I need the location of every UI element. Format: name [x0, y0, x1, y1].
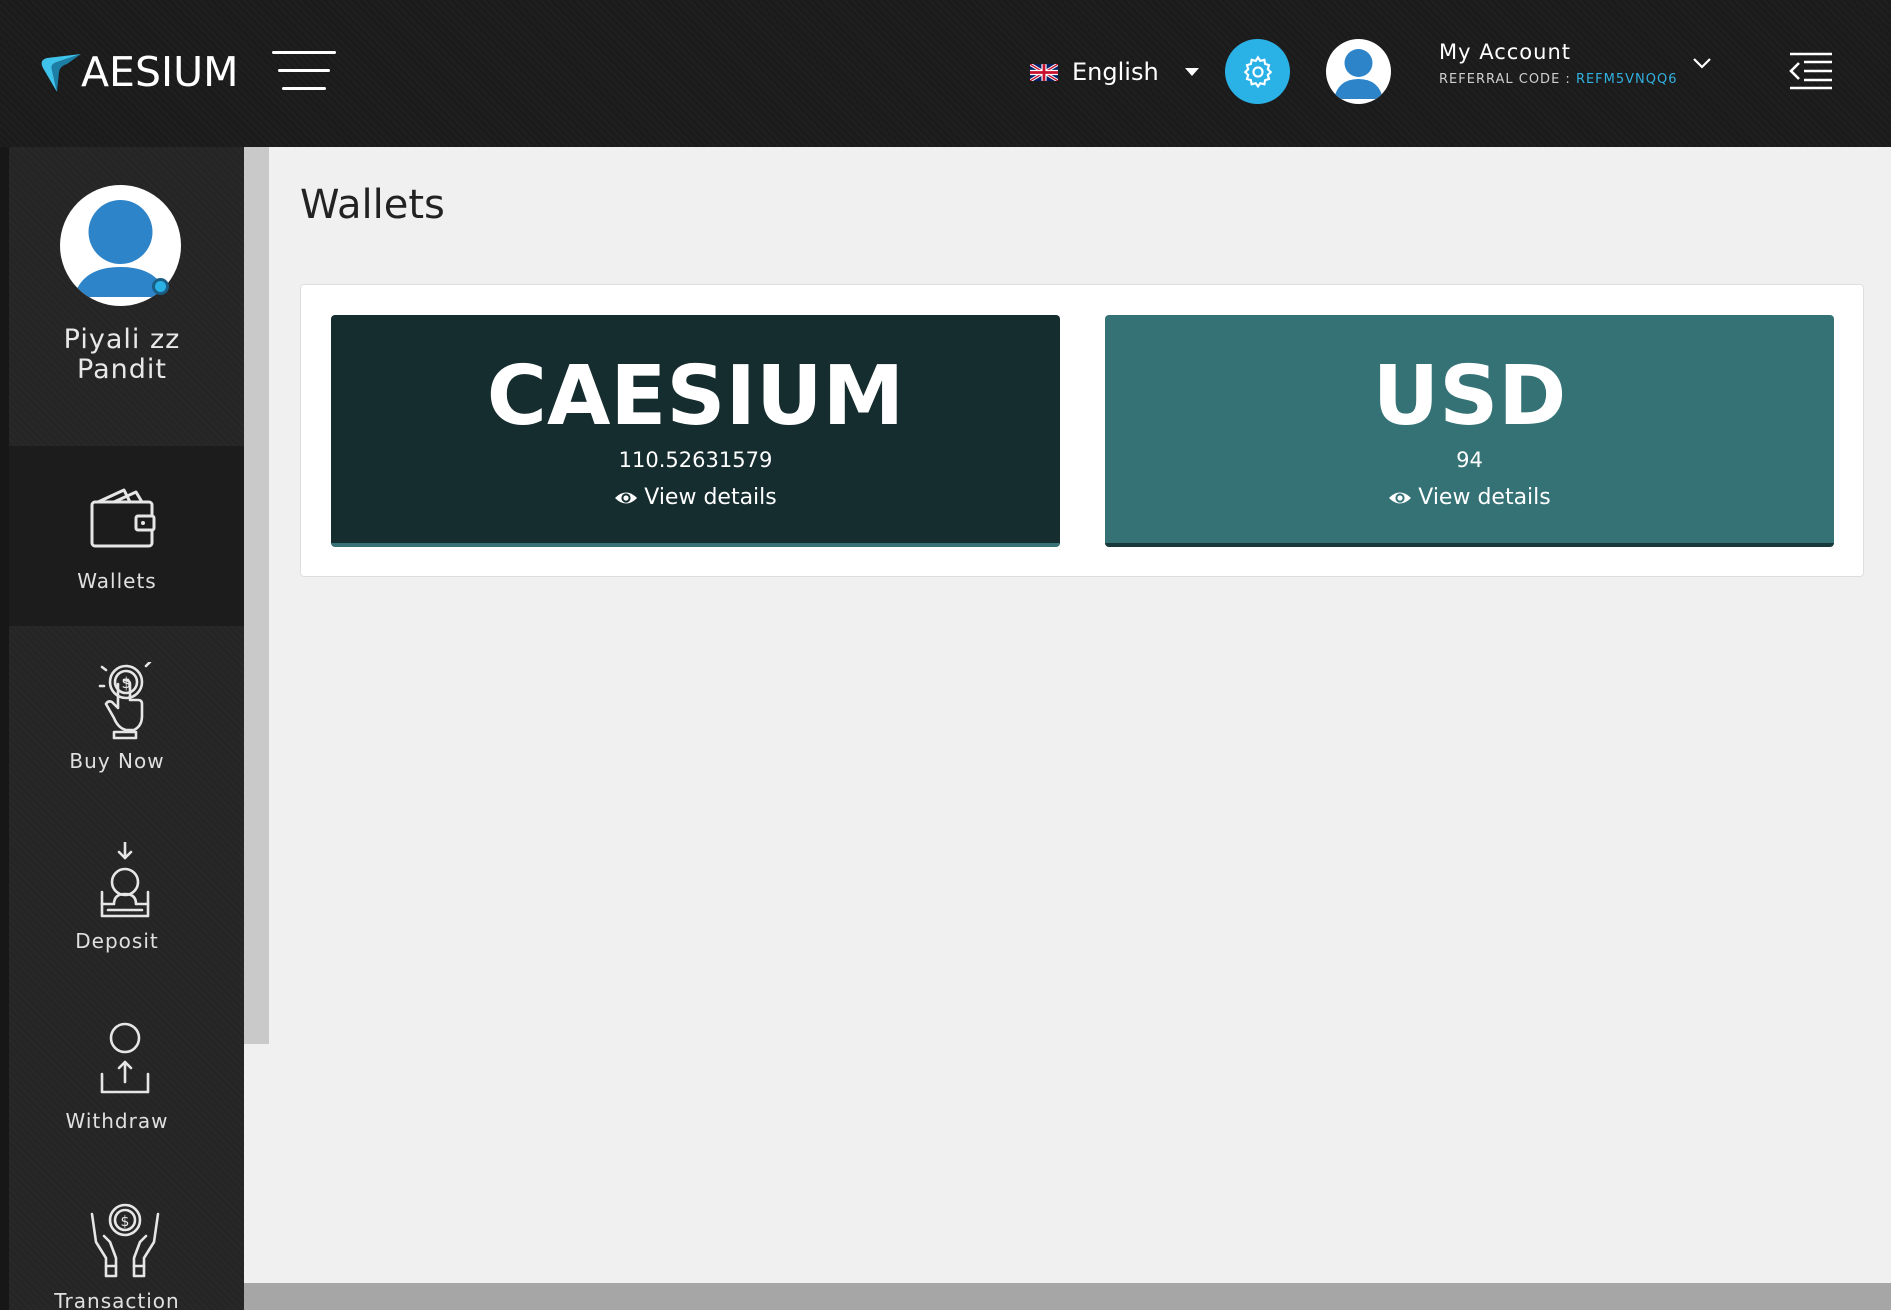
- referral-code-line: REFERRAL CODE : REFM5VNQQ6: [1439, 72, 1678, 87]
- settings-button[interactable]: [1225, 39, 1290, 104]
- wallet-icon: [90, 488, 156, 548]
- sidebar-item-label: Buy Now: [69, 749, 165, 773]
- menu-toggle-button[interactable]: [272, 51, 336, 91]
- caesium-logo-icon: [41, 54, 81, 92]
- profile-name-line2: Pandit: [77, 354, 167, 385]
- collapse-sidebar-icon[interactable]: [1788, 52, 1834, 90]
- language-label: English: [1072, 58, 1159, 86]
- view-details-link[interactable]: View details: [331, 485, 1060, 510]
- user-avatar-icon: [1334, 49, 1383, 99]
- sidebar-item-label: Deposit: [75, 929, 159, 953]
- user-avatar[interactable]: [1326, 39, 1391, 104]
- hamburger-line: [282, 87, 326, 90]
- uk-flag-icon: [1030, 63, 1058, 81]
- referral-code: REFM5VNQQ6: [1575, 72, 1678, 87]
- page-title: Wallets: [300, 182, 445, 228]
- sidebar-item-label: Withdraw: [65, 1109, 169, 1133]
- wallet-name: USD: [1372, 349, 1567, 444]
- withdraw-icon: [100, 1022, 150, 1094]
- buy-now-icon: $: [98, 662, 152, 740]
- eye-icon: [1389, 492, 1412, 503]
- language-selector[interactable]: English: [1030, 52, 1199, 92]
- svg-text:$: $: [121, 1214, 130, 1230]
- top-bar: AESIUM English My Account REFERRAL CODE: [0, 0, 1891, 147]
- sidebar-item-buy-now[interactable]: $ Buy Now: [9, 626, 244, 806]
- caret-down-icon: [1184, 68, 1199, 76]
- sidebar-item-wallets[interactable]: Wallets: [9, 446, 244, 626]
- sidebar-item-label: Wallets: [77, 569, 157, 593]
- transaction-icon: $: [90, 1203, 160, 1278]
- wallet-name: CAESIUM: [486, 349, 905, 444]
- wallet-card-caesium[interactable]: CAESIUM 110.52631579 View details: [331, 315, 1060, 547]
- chevron-down-icon[interactable]: [1692, 56, 1712, 70]
- profile-name: Piyali zz Pandit: [9, 325, 235, 385]
- account-menu[interactable]: My Account REFERRAL CODE : REFM5VNQQ6: [1439, 40, 1678, 87]
- profile-name-line1: Piyali zz: [63, 324, 181, 355]
- brand-name: AESIUM: [81, 48, 239, 96]
- brand-logo[interactable]: AESIUM: [37, 48, 238, 96]
- sidebar: Piyali zz Pandit Wallets $ Buy Now Depos…: [0, 147, 244, 1310]
- referral-label: REFERRAL CODE :: [1439, 72, 1576, 87]
- sidebar-item-deposit[interactable]: Deposit: [9, 806, 244, 986]
- online-status-indicator: [152, 278, 169, 295]
- view-details-link[interactable]: View details: [1105, 485, 1834, 510]
- hamburger-line: [278, 69, 330, 72]
- wallet-balance: 110.52631579: [618, 448, 773, 472]
- sidebar-profile: Piyali zz Pandit: [9, 147, 244, 446]
- view-details-label: View details: [1418, 485, 1551, 510]
- hamburger-line: [272, 51, 336, 54]
- account-title: My Account: [1439, 40, 1572, 64]
- sidebar-scrollbar[interactable]: [244, 147, 269, 1044]
- sidebar-item-withdraw[interactable]: Withdraw: [9, 986, 244, 1166]
- deposit-icon: [100, 842, 150, 918]
- sidebar-item-label: Transaction: [54, 1289, 180, 1310]
- wallet-balance: 94: [1456, 448, 1483, 472]
- view-details-label: View details: [644, 485, 777, 510]
- gear-icon: [1243, 54, 1272, 88]
- wallet-card-usd[interactable]: USD 94 View details: [1105, 315, 1834, 547]
- sidebar-item-transaction[interactable]: $ Transaction: [9, 1166, 244, 1310]
- footer-bar: [244, 1283, 1891, 1310]
- eye-icon: [615, 492, 638, 503]
